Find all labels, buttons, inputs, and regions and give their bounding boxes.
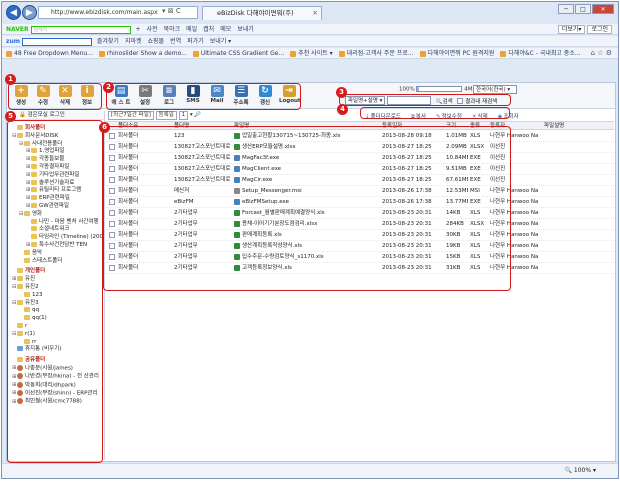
annotation-badge-5: 5 xyxy=(5,111,16,122)
zum-toolbar-item[interactable]: 즐겨찾기 xyxy=(97,38,119,45)
favorite-link[interactable]: 다해야이면뭐 PC 원격지원 xyxy=(419,50,495,57)
browser-window: ◀ ▶ http://www.ebizdisk.com/main.aspx ▾ … xyxy=(1,1,619,479)
lock-icon: 🔒 xyxy=(19,112,26,118)
zum-toolbar-item[interactable]: 번역 xyxy=(170,38,181,45)
naver-toolbar-item[interactable]: 북마크 xyxy=(164,26,181,33)
recent-files-select[interactable]: [최근7일간 파일] xyxy=(108,111,154,120)
annotation-box-2 xyxy=(106,83,301,110)
tree-login-bar[interactable]: 🔒 검은모실 로그인 xyxy=(9,111,104,120)
window-controls: ─ □ ✕ xyxy=(557,4,614,14)
quota-percent: 100% xyxy=(399,86,415,93)
zum-search-input[interactable] xyxy=(21,37,92,46)
zoom-icon: 🔍 xyxy=(564,467,574,474)
annotation-badge-6: 6 xyxy=(99,122,110,133)
annotation-box-6 xyxy=(103,126,511,291)
page-tool-icons[interactable]: ⌂ ☆ ⚙ xyxy=(591,48,612,58)
zum-brand[interactable]: zum xyxy=(6,38,20,45)
tab-close-icon[interactable]: ✕ xyxy=(313,7,318,20)
naver-toolbar-item[interactable]: 보내기 xyxy=(237,26,254,33)
quota-bar-fill xyxy=(417,87,420,91)
status-bar: 🔍 100% ▾ xyxy=(2,463,618,478)
naver-toolbar-item[interactable]: 사전 xyxy=(147,26,158,33)
naver-toolbar: NAVER 검색어 + 사전 북마크 메일 캡처 메모 보내기 더보기▾ 로그인 xyxy=(2,24,618,35)
favorite-page-icon xyxy=(419,50,426,57)
back-arrow-icon[interactable]: ◀ xyxy=(6,5,21,20)
forward-arrow-icon[interactable]: ▶ xyxy=(22,5,37,20)
favorite-label: rhinoslider Show a demo... xyxy=(106,50,187,57)
zum-toolbar-item[interactable]: 지마켓 xyxy=(125,38,142,45)
zum-toolbar-item[interactable]: 쇼핑몰 xyxy=(148,38,165,45)
zum-toolbar: zum 즐겨찾기 지마켓 쇼핑몰 번역 퍼가기 보내기 ▾ xyxy=(2,36,618,47)
naver-brand[interactable]: NAVER xyxy=(6,26,29,33)
zum-toolbar-item[interactable]: 보내기 ▾ xyxy=(210,38,231,45)
column-header[interactable]: 파일설명 xyxy=(544,122,614,130)
annotation-box-5 xyxy=(7,120,103,463)
favorite-page-icon xyxy=(98,50,105,57)
naver-toolbar-item[interactable]: 메모 xyxy=(220,26,231,33)
zoom-level[interactable]: 🔍 100% ▾ xyxy=(565,464,596,478)
favorite-label: 다해야&C - 국내최고 중소... xyxy=(508,50,581,57)
login-button[interactable]: 로그인 xyxy=(587,25,612,34)
language-arrow: ▾ xyxy=(507,87,511,93)
tree-login-label: 검은모실 로그인 xyxy=(27,112,65,118)
more-button[interactable]: 더보기▾ xyxy=(557,25,586,34)
naver-toolbar-item[interactable]: + xyxy=(135,26,140,33)
favorite-link[interactable]: 다해야&C - 국내최고 중소... xyxy=(500,50,581,57)
annotation-badge-4: 4 xyxy=(337,104,348,115)
favorite-link[interactable]: 추천 사이트 ▾ xyxy=(290,50,333,57)
zoom-value: 100% xyxy=(573,467,592,474)
annotation-box-3 xyxy=(339,94,511,106)
favorite-label: 추천 사이트 ▾ xyxy=(298,50,333,57)
favorites-bar: 48 Free Dropdown Menu... rhinoslider Show… xyxy=(2,48,618,59)
favorite-page-icon xyxy=(290,50,297,57)
favorite-link[interactable]: 48 Free Dropdown Menu... xyxy=(6,50,93,57)
list-extra[interactable]: ▾ 🔎 xyxy=(190,112,201,118)
annotation-box-1 xyxy=(8,83,102,110)
favorite-label: 대리점-고객사 주문 프로... xyxy=(346,50,414,57)
favorite-label: 다해야이면뭐 PC 원격지원 xyxy=(427,50,495,57)
favorite-label: 48 Free Dropdown Menu... xyxy=(14,50,93,57)
minimize-button[interactable]: ─ xyxy=(558,4,574,14)
page-select[interactable]: 1 xyxy=(178,111,189,120)
tab-ebizdisk[interactable]: eBizDisk 다해야이면뭐(주) ✕ xyxy=(202,6,322,20)
close-window-button[interactable]: ✕ xyxy=(592,4,614,14)
zum-toolbar-item[interactable]: 퍼가기 xyxy=(187,38,204,45)
tab-title: eBizDisk 다해야이면뭐(주) xyxy=(217,9,294,17)
language-select[interactable]: 한국어(한국) ▾ xyxy=(473,85,517,94)
favorite-page-icon xyxy=(192,50,199,57)
address-tools[interactable]: ▾ ⊠ C xyxy=(162,7,181,15)
favorite-link[interactable]: 대리점-고객사 주문 프로... xyxy=(338,50,414,57)
address-bar-row: ◀ ▶ http://www.ebizdisk.com/main.aspx ▾ … xyxy=(2,2,618,24)
maximize-button[interactable]: □ xyxy=(575,4,591,14)
naver-toolbar-item[interactable]: 메일 xyxy=(186,26,197,33)
naver-search-input[interactable]: 검색어 xyxy=(30,25,131,34)
favorite-link[interactable]: Ultimate CSS Gradient Ge... xyxy=(192,50,285,57)
annotation-badge-2: 2 xyxy=(103,82,114,93)
favorite-page-icon xyxy=(500,50,507,57)
annotation-badge-3: 3 xyxy=(336,87,347,98)
annotation-box-4 xyxy=(360,107,510,119)
naver-right: 더보기▾ 로그인 xyxy=(556,24,612,34)
naver-toolbar-item[interactable]: 캡처 xyxy=(203,26,214,33)
favorite-page-icon xyxy=(338,50,345,57)
annotation-badge-1: 1 xyxy=(5,74,16,85)
favorite-page-icon xyxy=(6,50,12,57)
sort-select[interactable]: 등록일 xyxy=(155,111,177,120)
zoom-arrow: ▾ xyxy=(592,467,596,474)
language-value: 한국어(한국) xyxy=(476,87,506,93)
favorite-label: Ultimate CSS Gradient Ge... xyxy=(200,50,285,57)
quota-bar xyxy=(416,86,463,92)
favorite-link[interactable]: rhinoslider Show a demo... xyxy=(98,50,187,57)
